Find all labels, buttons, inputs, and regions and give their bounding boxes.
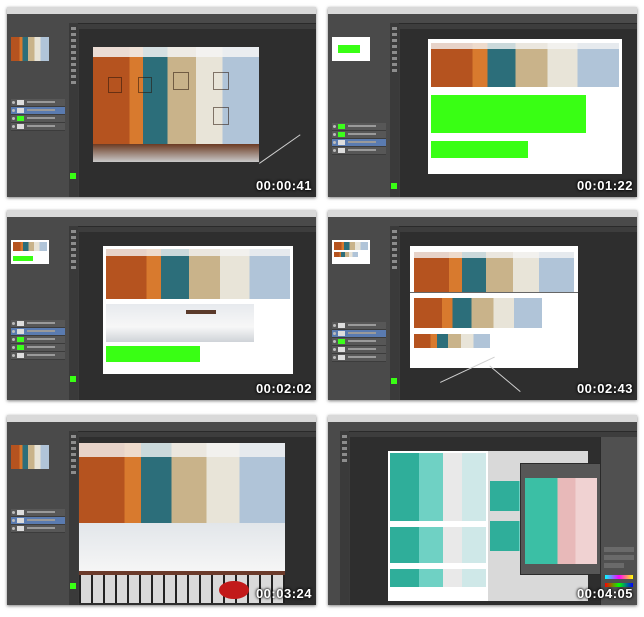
canvas-area xyxy=(79,437,316,605)
layer-row[interactable] xyxy=(11,509,65,517)
toolbox xyxy=(390,226,399,400)
toolbox xyxy=(69,431,78,605)
menu-bar xyxy=(7,210,316,217)
document-image[interactable] xyxy=(428,39,622,174)
layer-row[interactable] xyxy=(11,320,65,328)
layer-row[interactable] xyxy=(332,322,386,330)
menu-bar xyxy=(7,415,316,422)
canvas-area xyxy=(400,29,637,197)
canvas-area xyxy=(350,437,637,605)
navigator-thumbnail xyxy=(332,37,370,61)
layer-row[interactable] xyxy=(332,330,386,338)
timestamp: 00:00:41 xyxy=(255,178,312,193)
thumbnail-4[interactable]: 00:02:43 xyxy=(328,210,637,400)
options-bar xyxy=(328,422,637,432)
layer-row[interactable] xyxy=(332,346,386,354)
layers-panel xyxy=(7,23,70,197)
navigator-thumbnail xyxy=(11,445,49,469)
document-image[interactable] xyxy=(93,47,259,162)
layers-panel xyxy=(7,226,70,400)
layer-row[interactable] xyxy=(332,354,386,362)
menu-bar xyxy=(7,7,316,14)
floating-window[interactable] xyxy=(520,463,602,575)
menu-bar xyxy=(328,7,637,14)
layer-row[interactable] xyxy=(332,147,386,155)
thumbnail-6[interactable]: 00:04:05 xyxy=(328,415,637,605)
layer-row[interactable] xyxy=(11,328,65,336)
layer-row[interactable] xyxy=(332,139,386,147)
document-image[interactable] xyxy=(79,443,285,603)
timestamp: 00:02:43 xyxy=(576,381,633,396)
thumbnail-1[interactable]: 00:00:41 xyxy=(7,7,316,197)
thumbnail-5[interactable]: 00:03:24 xyxy=(7,415,316,605)
layer-row[interactable] xyxy=(11,107,65,115)
canvas-area xyxy=(400,232,637,400)
layer-row[interactable] xyxy=(11,352,65,360)
toolbox xyxy=(69,23,78,197)
document-image[interactable] xyxy=(410,246,578,368)
layers-panel xyxy=(328,23,391,197)
layer-row[interactable] xyxy=(11,123,65,131)
thumbnail-2[interactable]: 00:01:22 xyxy=(328,7,637,197)
toolbox xyxy=(340,431,349,605)
layers-panel xyxy=(7,431,70,605)
layers-panel xyxy=(328,226,391,400)
layer-row[interactable] xyxy=(11,99,65,107)
layer-row[interactable] xyxy=(11,517,65,525)
toolbox xyxy=(390,23,399,197)
layer-row[interactable] xyxy=(332,338,386,346)
timestamp: 00:04:05 xyxy=(576,586,633,601)
layer-row[interactable] xyxy=(332,131,386,139)
thumbnail-3[interactable]: 00:02:02 xyxy=(7,210,316,400)
timestamp: 00:02:02 xyxy=(255,381,312,396)
canvas-area xyxy=(79,29,316,197)
timestamp: 00:01:22 xyxy=(576,178,633,193)
navigator-thumbnail xyxy=(11,240,49,264)
layer-row[interactable] xyxy=(11,336,65,344)
layer-row[interactable] xyxy=(11,115,65,123)
toolbox xyxy=(69,226,78,400)
timestamp: 00:03:24 xyxy=(255,586,312,601)
canvas-area xyxy=(79,232,316,400)
navigator-thumbnail xyxy=(11,37,49,61)
document-image[interactable] xyxy=(388,451,488,601)
layer-row[interactable] xyxy=(11,344,65,352)
navigator-thumbnail xyxy=(332,240,370,264)
layer-row[interactable] xyxy=(332,123,386,131)
layer-row[interactable] xyxy=(11,525,65,533)
menu-bar xyxy=(328,210,637,217)
document-image[interactable] xyxy=(103,246,293,374)
menu-bar xyxy=(328,415,637,422)
adjustments-panel xyxy=(600,437,637,605)
